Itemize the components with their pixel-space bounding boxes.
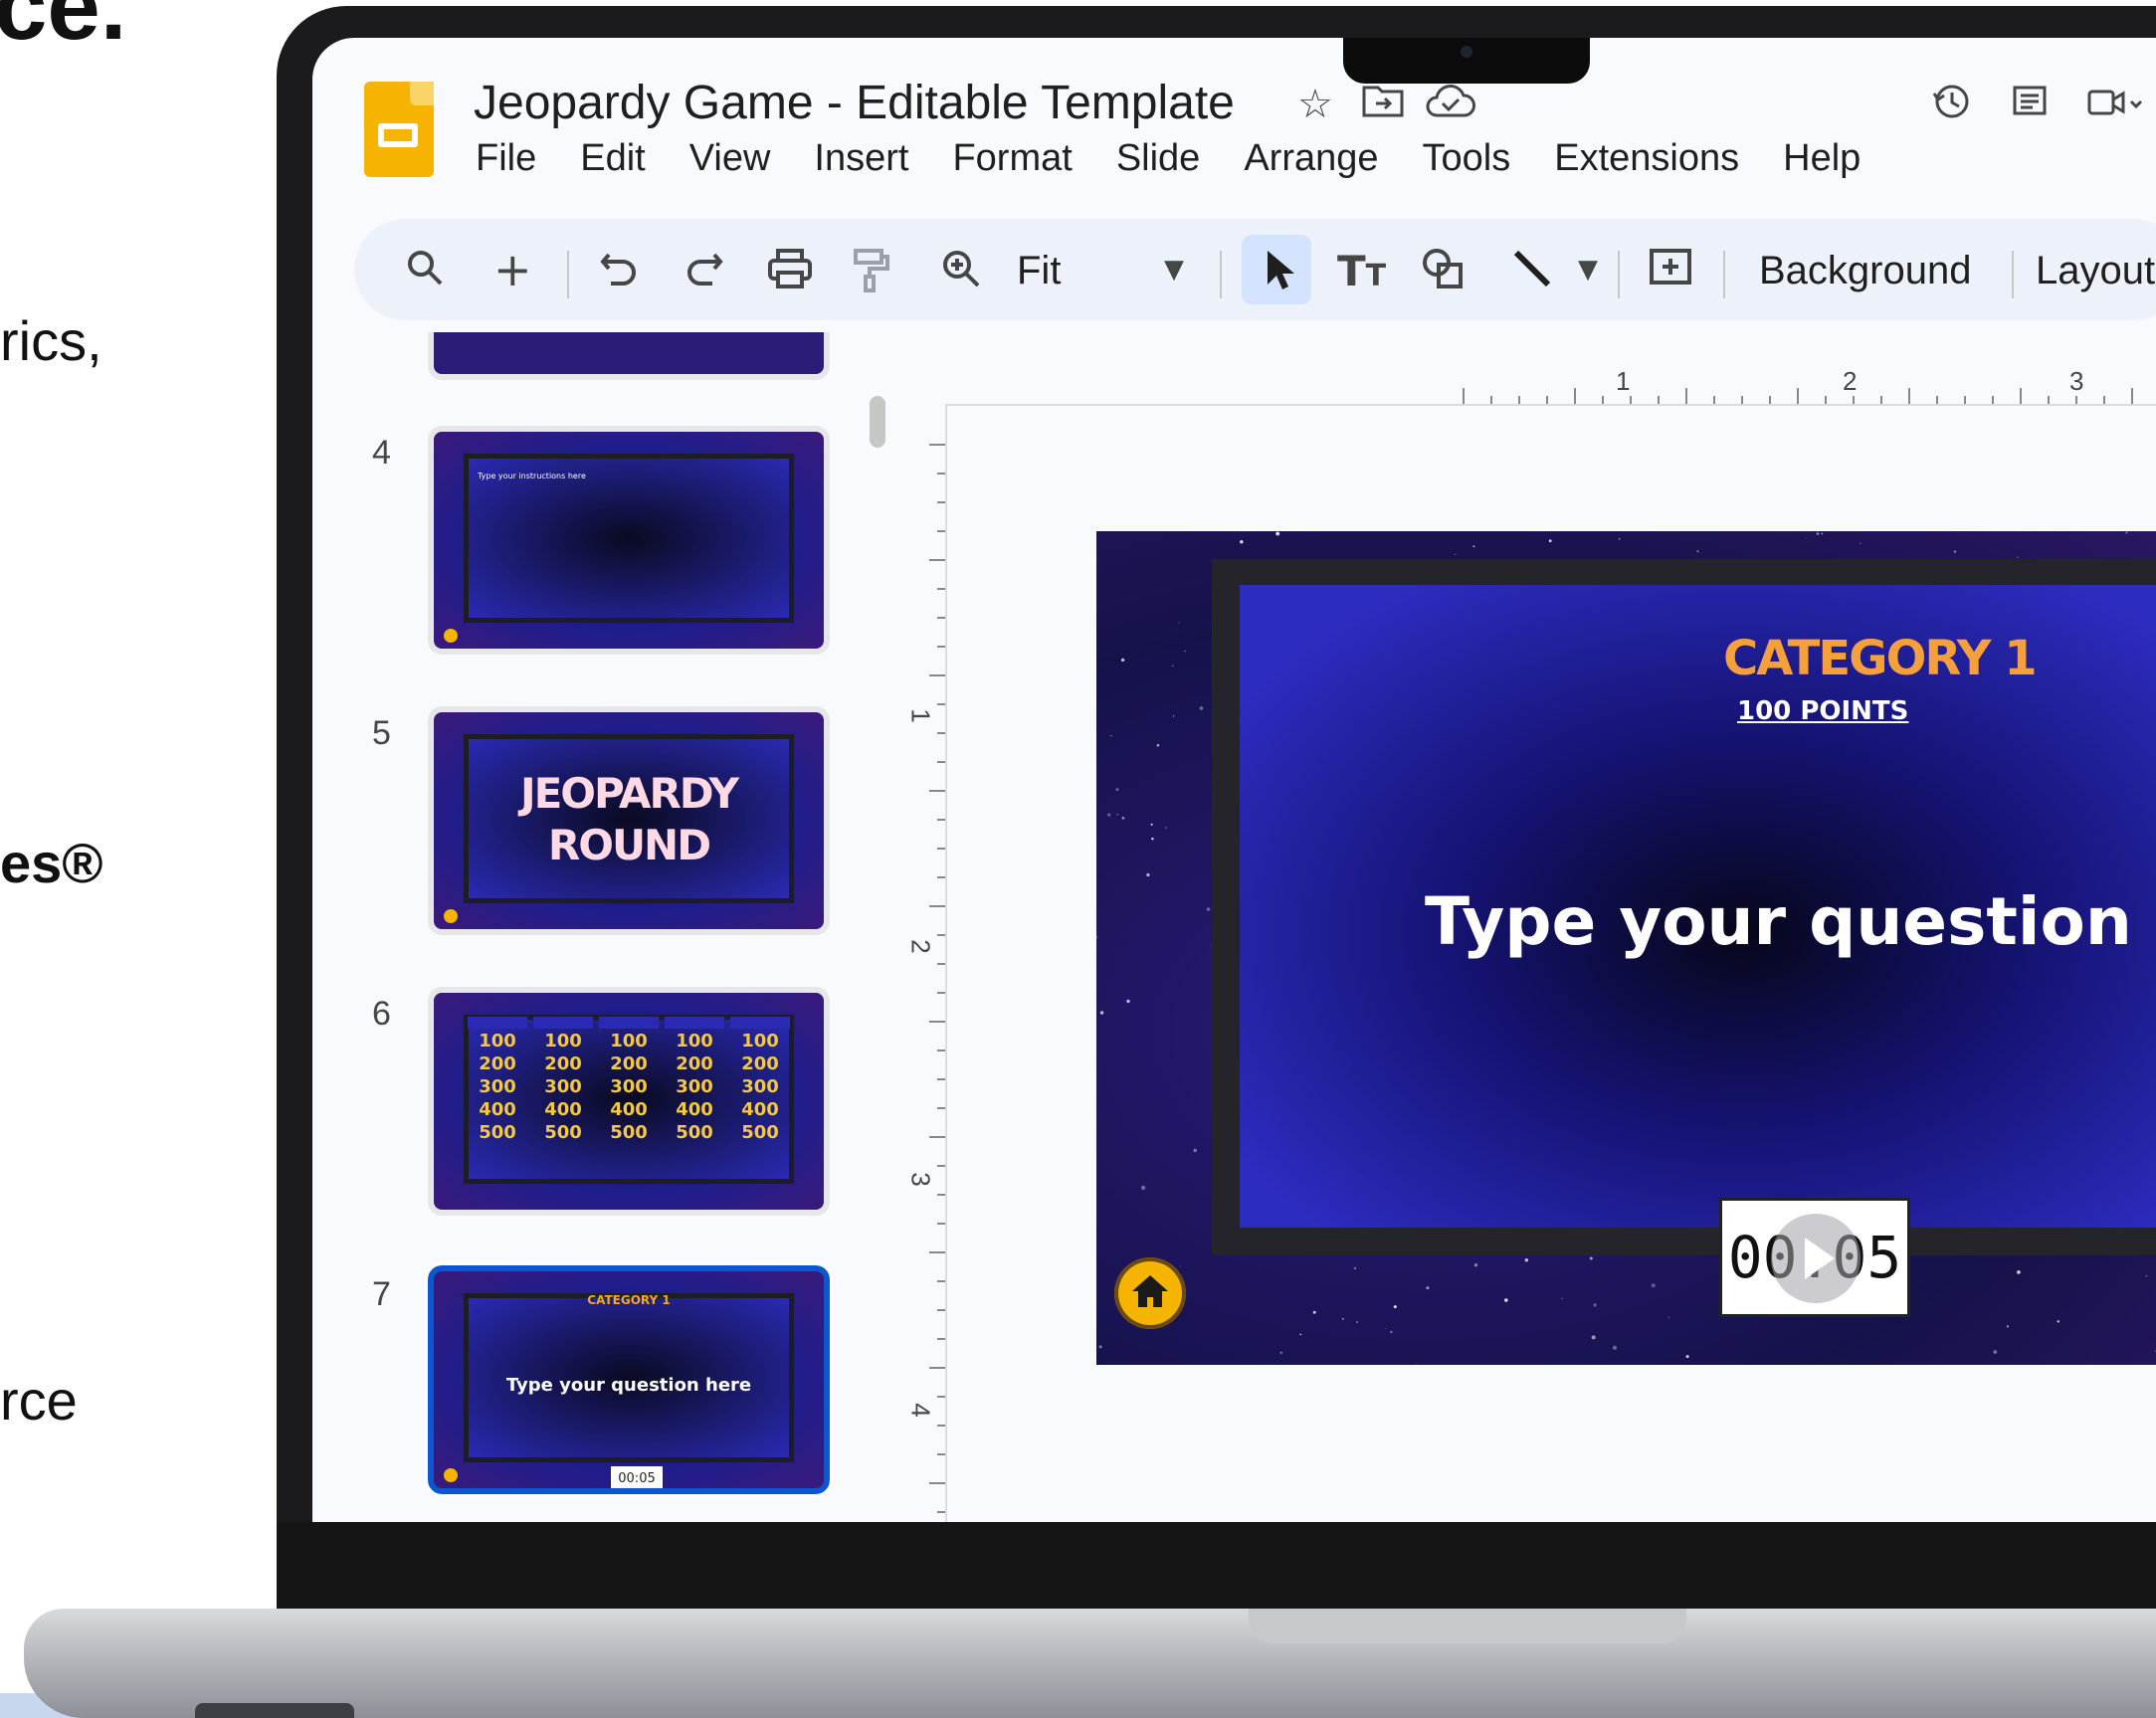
layout-button[interactable]: Layout bbox=[2036, 249, 2155, 293]
chevron-down-icon[interactable]: ▼ bbox=[1578, 255, 1598, 285]
undo-icon[interactable] bbox=[599, 247, 639, 298]
toolbar-separator bbox=[567, 251, 569, 298]
background-text-fragment-3: rce bbox=[0, 1369, 78, 1432]
laptop-chin bbox=[277, 1522, 2156, 1612]
filmstrip-scrollbar[interactable] bbox=[870, 396, 885, 448]
background-heading-fragment: ce. bbox=[0, 0, 127, 60]
ruler-number: 2 bbox=[905, 939, 936, 954]
laptop-foot bbox=[195, 1703, 354, 1718]
print-icon[interactable] bbox=[766, 247, 814, 300]
menu-help[interactable]: Help bbox=[1783, 137, 1861, 180]
home-icon bbox=[1132, 1275, 1168, 1307]
menu-format[interactable]: Format bbox=[952, 137, 1072, 180]
ruler-number: 2 bbox=[1843, 366, 1858, 396]
home-icon bbox=[444, 909, 458, 923]
thumbnail-instructions-text: Type your instructions here bbox=[478, 472, 586, 480]
slide-thumbnail-3-partial[interactable] bbox=[428, 332, 830, 380]
question-text[interactable]: Type your question here bbox=[1425, 883, 2156, 960]
ruler-number: 1 bbox=[1616, 366, 1631, 396]
thumbnail-title-line2: ROUND bbox=[547, 821, 711, 869]
play-icon[interactable] bbox=[1771, 1214, 1861, 1303]
camera-notch bbox=[1343, 38, 1590, 84]
new-slide-icon[interactable]: + bbox=[493, 243, 532, 296]
thumbnail-title-line1: JEOPARDY bbox=[519, 769, 739, 818]
move-to-folder-icon[interactable] bbox=[1361, 82, 1405, 129]
line-icon[interactable] bbox=[1510, 247, 1554, 300]
document-title[interactable]: Jeopardy Game - Editable Template bbox=[474, 76, 1235, 130]
select-cursor-icon[interactable] bbox=[1262, 247, 1295, 302]
zoom-icon[interactable] bbox=[939, 247, 983, 300]
vertical-ruler: 1 2 3 4 bbox=[906, 404, 947, 1522]
text-box-icon[interactable]: TT bbox=[1337, 247, 1386, 295]
slide-thumbnail-7-active[interactable]: CATEGORY 1 Type your question here 00:05 bbox=[425, 1262, 833, 1497]
thumbnail-board-grid: 100 100 100 100 100 200 200 200 200 200 300 300 30… bbox=[468, 1017, 790, 1143]
ruler-number: 3 bbox=[2069, 366, 2084, 396]
toolbar-separator bbox=[1220, 251, 1222, 298]
horizontal-ruler: 1 2 3 bbox=[945, 366, 2156, 406]
background-text-fragment-2: es® bbox=[0, 832, 103, 894]
menu-tools[interactable]: Tools bbox=[1423, 137, 1511, 180]
star-icon[interactable]: ☆ bbox=[1297, 82, 1333, 127]
question-screen: CATEGORY 1 100 POINTS Type your question… bbox=[1240, 585, 2156, 1228]
thumbnail-question: Type your question here bbox=[505, 1375, 752, 1396]
background-text-fragment-1: rics, bbox=[0, 309, 102, 372]
slide-number: 4 bbox=[372, 434, 391, 472]
comments-icon[interactable] bbox=[2010, 82, 2050, 130]
slide-number: 5 bbox=[372, 714, 391, 752]
shape-icon[interactable] bbox=[1421, 247, 1467, 302]
tv-frame: CATEGORY 1 100 POINTS Type your question… bbox=[1212, 559, 2156, 1255]
thumbnail-timer: 00:05 bbox=[611, 1466, 663, 1488]
slides-logo-icon[interactable] bbox=[364, 82, 434, 177]
chevron-down-icon[interactable]: ▼ bbox=[1164, 255, 1184, 285]
points-label[interactable]: 100 POINTS bbox=[1737, 696, 1908, 726]
slide-number: 6 bbox=[372, 995, 391, 1033]
slide-thumbnail-4[interactable]: Type your instructions here bbox=[428, 426, 830, 655]
ruler-number: 3 bbox=[905, 1172, 936, 1187]
slide-thumbnail-5[interactable]: JEOPARDY ROUND bbox=[428, 706, 830, 935]
thumbnail-category: CATEGORY 1 bbox=[587, 1293, 671, 1307]
menu-file[interactable]: File bbox=[476, 137, 536, 180]
home-icon bbox=[444, 629, 458, 643]
version-history-icon[interactable] bbox=[1932, 82, 1972, 130]
laptop-base bbox=[24, 1609, 2156, 1718]
redo-icon[interactable] bbox=[685, 247, 724, 298]
slide-canvas[interactable]: CATEGORY 1 100 POINTS Type your question… bbox=[1096, 531, 2156, 1365]
slide-thumbnail-6[interactable]: 100 100 100 100 100 200 200 200 200 200 300 300 30… bbox=[428, 987, 830, 1216]
ruler-number: 1 bbox=[905, 708, 936, 723]
background-button[interactable]: Background bbox=[1759, 249, 1971, 293]
home-icon bbox=[444, 1468, 458, 1482]
camera-icon bbox=[1461, 46, 1472, 58]
insert-comment-icon[interactable] bbox=[1648, 247, 1693, 300]
toolbar-separator bbox=[1618, 251, 1620, 298]
ruler-number: 4 bbox=[905, 1403, 936, 1418]
search-menus-icon[interactable] bbox=[404, 247, 446, 298]
home-button[interactable] bbox=[1114, 1257, 1186, 1329]
laptop-screen: Jeopardy Game - Editable Template ☆ File… bbox=[312, 38, 2156, 1522]
toolbar-separator bbox=[1723, 251, 1725, 298]
meet-icon[interactable] bbox=[2085, 82, 2145, 130]
menu-slide[interactable]: Slide bbox=[1116, 137, 1201, 180]
cloud-saved-icon[interactable] bbox=[1425, 82, 1476, 129]
menu-bar: File Edit View Insert Format Slide Arran… bbox=[476, 137, 1861, 180]
slide-number: 7 bbox=[372, 1275, 391, 1313]
menu-view[interactable]: View bbox=[689, 137, 771, 180]
menu-edit[interactable]: Edit bbox=[580, 137, 645, 180]
zoom-select[interactable]: Fit bbox=[1017, 249, 1061, 293]
category-title[interactable]: CATEGORY 1 bbox=[1723, 631, 2038, 686]
paint-format-icon[interactable] bbox=[852, 247, 891, 304]
menu-arrange[interactable]: Arrange bbox=[1244, 137, 1378, 180]
toolbar-separator bbox=[2012, 251, 2014, 298]
laptop-base-lip bbox=[1249, 1609, 1686, 1644]
menu-insert[interactable]: Insert bbox=[814, 137, 908, 180]
menu-extensions[interactable]: Extensions bbox=[1554, 137, 1739, 180]
